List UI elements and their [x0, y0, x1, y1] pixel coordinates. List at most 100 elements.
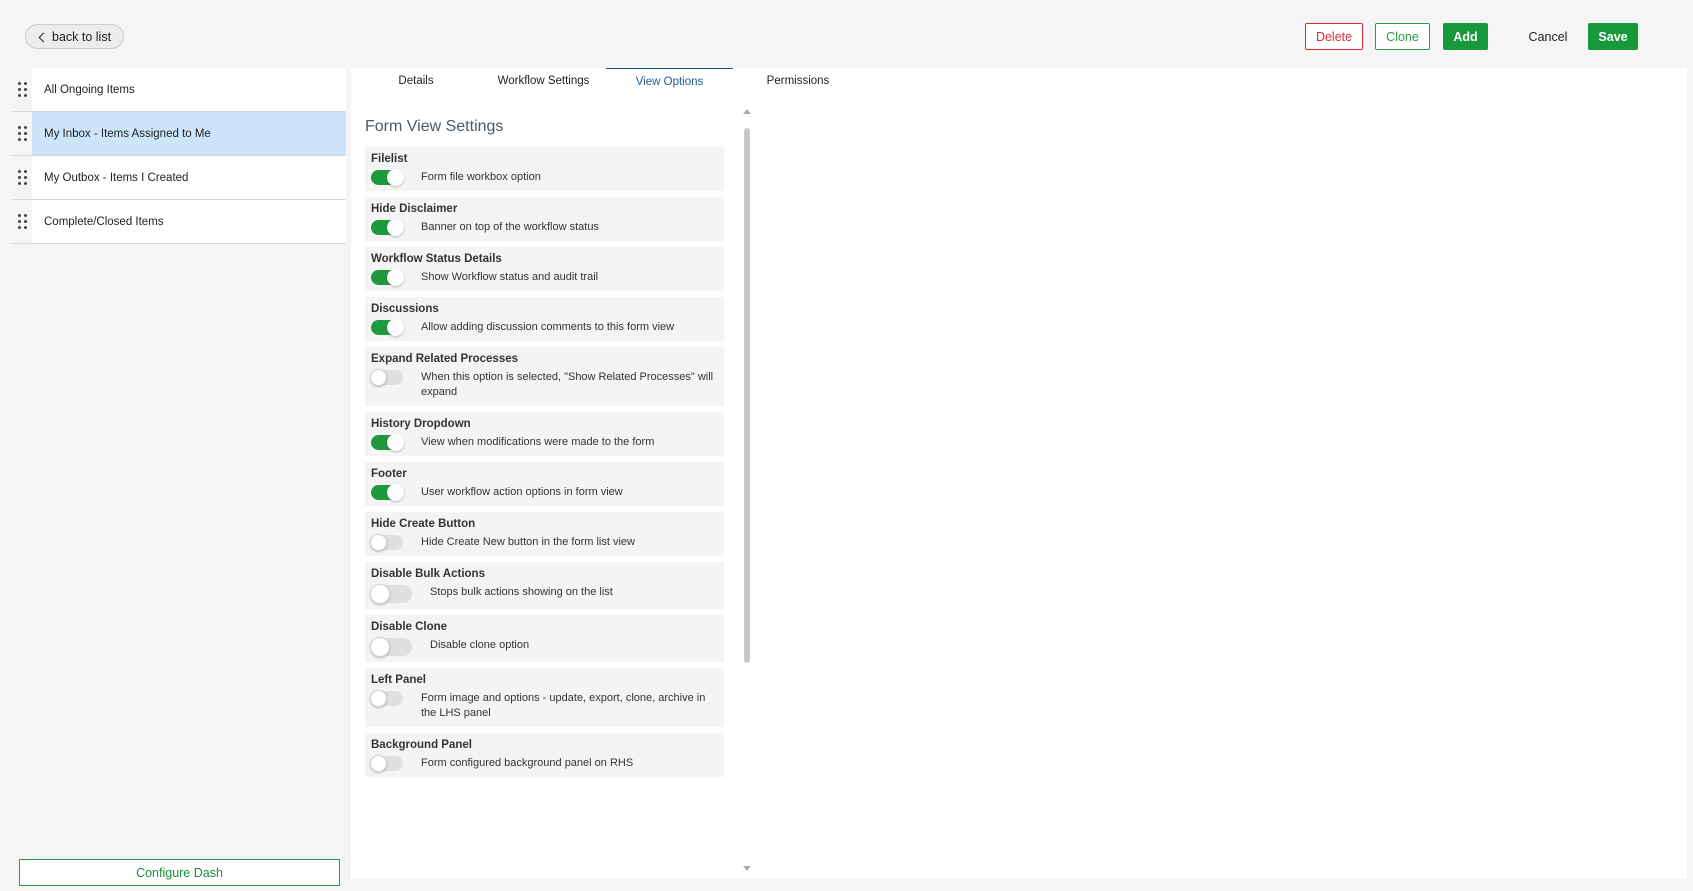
setting-toggle[interactable] — [371, 484, 404, 501]
setting-row: Stops bulk actions showing on the list — [370, 584, 718, 604]
setting-name: Workflow Status Details — [371, 253, 502, 265]
toggle-knob — [387, 434, 404, 451]
tab-view-options[interactable]: View Options — [606, 68, 733, 94]
setting-card: Expand Related Processes When this option… — [365, 347, 724, 406]
tab-permissions[interactable]: Permissions — [733, 68, 863, 94]
drag-handle-icon[interactable] — [12, 112, 32, 155]
back-to-list-label: back to list — [52, 29, 112, 44]
setting-name: Filelist — [371, 153, 408, 165]
chevron-left-icon — [38, 32, 49, 42]
setting-row: When this option is selected, "Show Rela… — [370, 369, 718, 400]
cancel-button[interactable]: Cancel — [1518, 23, 1578, 50]
setting-name: History Dropdown — [371, 418, 471, 430]
setting-toggle[interactable] — [371, 169, 404, 186]
setting-row: Banner on top of the workflow status — [371, 219, 718, 236]
toggle-knob — [370, 690, 387, 707]
setting-name: Background Panel — [371, 739, 472, 751]
setting-description: Show Workflow status and audit trail — [421, 271, 599, 283]
list-item-my-outbox[interactable]: My Outbox - Items I Created — [12, 156, 346, 200]
setting-row: Show Workflow status and audit trail — [371, 269, 718, 286]
setting-toggle[interactable] — [371, 219, 404, 236]
setting-card: Discussions Allow adding discussion comme… — [365, 297, 724, 341]
toggle-knob — [370, 755, 387, 772]
toggle-knob — [370, 584, 390, 604]
setting-description: Hide Create New button in the form list … — [421, 536, 635, 548]
setting-toggle[interactable] — [371, 434, 404, 451]
setting-row: Form configured background panel on RHS — [370, 755, 718, 772]
setting-description: Banner on top of the workflow status — [421, 221, 599, 233]
drag-handle-icon[interactable] — [12, 68, 32, 111]
toggle-knob — [370, 534, 387, 551]
toggle-knob — [370, 369, 387, 386]
setting-row: Form file workbox option — [371, 169, 718, 186]
setting-description: View when modifications were made to the… — [421, 436, 655, 448]
list-item-my-inbox[interactable]: My Inbox - Items Assigned to Me — [12, 112, 346, 156]
setting-name: Footer — [371, 468, 407, 480]
setting-card: History Dropdown View when modifications … — [365, 412, 724, 456]
setting-name: Expand Related Processes — [371, 353, 519, 365]
setting-card: Disable Bulk Actions Stops bulk actions s… — [365, 562, 724, 609]
setting-toggle[interactable] — [370, 755, 403, 772]
setting-toggle[interactable] — [371, 319, 404, 336]
dashboard-list: All Ongoing Items My Inbox - Items Assig… — [12, 68, 346, 244]
setting-row: User workflow action options in form vie… — [371, 484, 718, 501]
setting-toggle[interactable] — [370, 584, 412, 604]
setting-toggle[interactable] — [371, 269, 404, 286]
setting-description: Form configured background panel on RHS — [421, 757, 634, 769]
setting-row: Allow adding discussion comments to this… — [371, 319, 718, 336]
settings-list: Filelist Form file workbox option Hide Dis… — [365, 147, 724, 879]
setting-description: Allow adding discussion comments to this… — [421, 321, 675, 333]
tab-workflow-settings[interactable]: Workflow Settings — [481, 68, 606, 94]
toggle-knob — [370, 637, 390, 657]
setting-description: When this option is selected, "Show Rela… — [421, 371, 714, 398]
setting-toggle[interactable] — [370, 637, 412, 657]
scrollbar-thumb[interactable] — [744, 128, 750, 663]
setting-description: Disable clone option — [430, 639, 530, 651]
drag-handle-icon[interactable] — [12, 156, 32, 199]
toggle-knob — [387, 219, 404, 236]
setting-description: Form image and options - update, export,… — [421, 692, 706, 719]
setting-name: Hide Disclaimer — [371, 203, 458, 215]
list-item-complete-closed[interactable]: Complete/Closed Items — [12, 200, 346, 244]
form-view-settings-title: Form View Settings — [365, 118, 504, 135]
setting-toggle[interactable] — [370, 690, 403, 707]
setting-toggle[interactable] — [370, 534, 403, 551]
list-item-label: All Ongoing Items — [32, 68, 346, 111]
setting-card: Left Panel Form image and options - updat… — [365, 668, 724, 727]
setting-name: Discussions — [371, 303, 439, 315]
setting-row: Disable clone option — [370, 637, 718, 657]
top-actions: Delete Clone Add Cancel Save — [1305, 23, 1638, 50]
setting-row: View when modifications were made to the… — [371, 434, 718, 451]
setting-row: Form image and options - update, export,… — [370, 690, 718, 721]
delete-button[interactable]: Delete — [1305, 23, 1363, 50]
list-item-label: My Inbox - Items Assigned to Me — [32, 112, 346, 155]
list-item-all-ongoing[interactable]: All Ongoing Items — [12, 68, 346, 112]
clone-button[interactable]: Clone — [1375, 23, 1430, 50]
configure-dash-button[interactable]: Configure Dash — [19, 859, 340, 886]
drag-handle-icon[interactable] — [12, 200, 32, 243]
setting-name: Left Panel — [371, 674, 426, 686]
tab-details[interactable]: Details — [351, 68, 481, 94]
setting-card: Workflow Status Details Show Workflow sta… — [365, 247, 724, 291]
setting-name: Disable Bulk Actions — [371, 568, 485, 580]
list-item-label: My Outbox - Items I Created — [32, 156, 346, 199]
setting-row: Hide Create New button in the form list … — [370, 534, 718, 551]
add-button[interactable]: Add — [1443, 23, 1488, 50]
setting-description: User workflow action options in form vie… — [421, 486, 623, 498]
setting-card: Hide Create Button Hide Create New button… — [365, 512, 724, 556]
back-to-list-button[interactable]: back to list — [25, 24, 125, 49]
toggle-knob — [387, 484, 404, 501]
setting-card: Disable Clone Disable clone option — [365, 615, 724, 662]
tab-bar: Details Workflow Settings View Options P… — [351, 68, 863, 94]
setting-name: Hide Create Button — [371, 518, 476, 530]
toggle-knob — [387, 169, 404, 186]
scroll-up-arrow-icon[interactable] — [743, 109, 751, 114]
main-panel: Details Workflow Settings View Options P… — [351, 68, 1687, 879]
save-button[interactable]: Save — [1588, 23, 1638, 50]
list-item-label: Complete/Closed Items — [32, 200, 346, 243]
setting-description: Form file workbox option — [421, 171, 541, 183]
scroll-down-arrow-icon[interactable] — [743, 866, 751, 871]
setting-toggle[interactable] — [370, 369, 403, 386]
setting-description: Stops bulk actions showing on the list — [430, 586, 613, 598]
toggle-knob — [387, 269, 404, 286]
